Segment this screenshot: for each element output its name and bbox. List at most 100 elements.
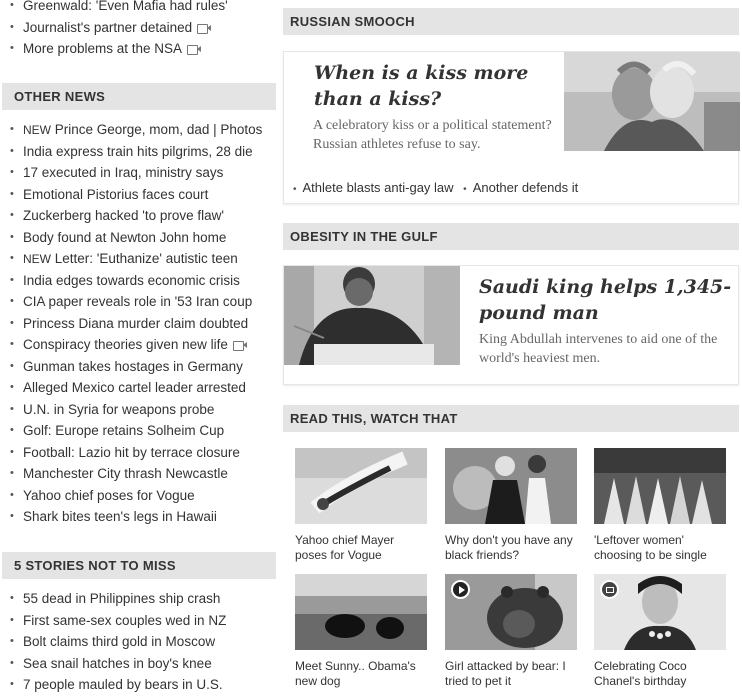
list-item-text: Princess Diana murder claim doubted xyxy=(23,315,249,331)
tile-caption: Girl attacked by bear: I tried to pet it xyxy=(445,659,566,688)
list-item-text: India express train hits pilgrims, 28 di… xyxy=(23,143,253,159)
tile-caption: Celebrating Coco Chanel's birthday xyxy=(594,659,687,688)
list-item[interactable]: • First same-sex couples wed in NZ xyxy=(0,610,276,632)
list-item[interactable]: • Sea snail hatches in boy's knee xyxy=(0,653,276,675)
list-item[interactable]: • 7 people mauled by bears in U.S. xyxy=(0,674,276,696)
not-to-miss-heading: 5 STORIES NOT TO MISS xyxy=(2,552,276,579)
list-item-text: Zuckerberg hacked 'to prove flaw' xyxy=(23,208,225,223)
list-item[interactable]: • Greenwald: 'Even Mafia had rules' xyxy=(0,0,276,17)
list-item-text: Sea snail hatches in boy's knee xyxy=(23,655,212,671)
video-icon xyxy=(187,44,202,55)
list-item-text: 7 people mauled by bears in U.S. xyxy=(23,677,223,692)
tile-photo xyxy=(295,574,427,650)
bullet: • xyxy=(10,488,14,501)
list-item[interactable]: • Princess Diana murder claim doubted xyxy=(0,313,276,335)
list-item-text: First same-sex couples wed in NZ xyxy=(23,612,227,628)
tile-photo xyxy=(594,448,726,524)
kiss-photo[interactable] xyxy=(564,52,740,151)
list-item[interactable]: • Gunman takes hostages in Germany xyxy=(0,356,276,378)
tile-photo xyxy=(445,448,577,524)
bullet: • xyxy=(10,678,14,690)
list-item[interactable]: • Conspiracy theories given new life xyxy=(0,334,276,356)
list-item[interactable]: • More problems at the NSA xyxy=(0,38,276,60)
story-headline[interactable]: When is a kiss more than a kiss? xyxy=(314,60,554,112)
list-item-text: CIA paper reveals role in '53 Iran coup xyxy=(23,294,253,309)
related-link[interactable]: Athlete blasts anti-gay law xyxy=(303,180,454,195)
story-summary: King Abdullah intervenes to aid one of t… xyxy=(479,332,718,366)
not-to-miss-list: • 55 dead in Philippines ship crash • First… xyxy=(0,588,276,696)
story-tile[interactable]: 'Leftover women' choosing to be single xyxy=(594,448,726,563)
bullet: • xyxy=(10,635,14,647)
bullet: • xyxy=(10,656,14,669)
list-item-text: U.N. in Syria for weapons probe xyxy=(23,401,215,417)
list-item[interactable]: • Journalist's partner detained xyxy=(0,17,276,39)
list-item[interactable]: • NEW Letter: 'Euthanize' autistic teen xyxy=(0,248,276,270)
list-item[interactable]: • Shark bites teen's legs in Hawaii xyxy=(0,506,276,528)
list-item[interactable]: • India express train hits pilgrims, 28 d… xyxy=(0,141,276,163)
bullet: • xyxy=(10,144,14,157)
right-column: RUSSIAN SMOOCH When is a kiss more than … xyxy=(283,0,740,700)
bullet: • xyxy=(10,381,14,393)
bullet: • xyxy=(10,252,14,264)
play-icon xyxy=(451,580,470,599)
bullet: • xyxy=(10,592,14,604)
bullet: • xyxy=(10,359,14,372)
list-item-text: 55 dead in Philippines ship crash xyxy=(23,591,221,606)
bullet: • xyxy=(10,402,14,415)
story-tile[interactable]: Celebrating Coco Chanel's birthday xyxy=(594,574,726,689)
bullet: • xyxy=(10,187,14,200)
obesity-heading: OBESITY IN THE GULF xyxy=(283,223,739,250)
bullet: • xyxy=(10,467,14,479)
tile-photo xyxy=(594,574,726,650)
list-item[interactable]: • Zuckerberg hacked 'to prove flaw' xyxy=(0,205,276,227)
other-news-list: • NEW Prince George, mom, dad | Photos • In… xyxy=(0,119,276,528)
list-item[interactable]: • CIA paper reveals role in '53 Iran coup xyxy=(0,291,276,313)
list-item[interactable]: • Emotional Pistorius faces court xyxy=(0,184,276,206)
list-item[interactable]: • Bolt claims third gold in Moscow xyxy=(0,631,276,653)
bullet: • xyxy=(10,424,14,436)
video-icon xyxy=(232,340,247,351)
bullet: • xyxy=(10,613,14,626)
video-icon xyxy=(197,23,212,34)
patient-photo[interactable] xyxy=(284,266,460,365)
new-badge: NEW xyxy=(23,123,51,137)
story-headline[interactable]: Saudi king helps 1,345-pound man xyxy=(479,274,734,326)
list-item[interactable]: • 55 dead in Philippines ship crash xyxy=(0,588,276,610)
list-item[interactable]: • Yahoo chief poses for Vogue xyxy=(0,485,276,507)
top-links: • Greenwald: 'Even Mafia had rules' • Jour… xyxy=(0,0,276,60)
tile-caption: 'Leftover women' choosing to be single xyxy=(594,533,707,562)
list-item-text: Emotional Pistorius faces court xyxy=(23,186,209,202)
list-item[interactable]: • Football: Lazio hit by terrace closure xyxy=(0,442,276,464)
list-item[interactable]: • Manchester City thrash Newcastle xyxy=(0,463,276,485)
tile-caption: Why don't you have any black friends? xyxy=(445,533,573,562)
story-tile[interactable]: Yahoo chief Mayer poses for Vogue xyxy=(295,448,427,563)
bullet: • xyxy=(10,166,14,178)
related-links: • Athlete blasts anti-gay law • Another de… xyxy=(293,180,579,195)
tile-caption: Meet Sunny.. Obama's new dog xyxy=(295,659,416,688)
tile-photo xyxy=(295,448,427,524)
story-summary: A celebratory kiss or a political statem… xyxy=(313,118,552,152)
bullet: • xyxy=(10,273,14,286)
story-tile[interactable]: Girl attacked by bear: I tried to pet it xyxy=(445,574,577,689)
list-item[interactable]: • Golf: Europe retains Solheim Cup xyxy=(0,420,276,442)
list-item-text: Manchester City thrash Newcastle xyxy=(23,466,228,481)
list-item[interactable]: • U.N. in Syria for weapons probe xyxy=(0,399,276,421)
list-item[interactable]: • NEW Prince George, mom, dad | Photos xyxy=(0,119,276,141)
list-item-text: Letter: 'Euthanize' autistic teen xyxy=(54,251,238,266)
list-item-text: Golf: Europe retains Solheim Cup xyxy=(23,423,225,438)
list-item[interactable]: • India edges towards economic crisis xyxy=(0,270,276,292)
list-item-text: Body found at Newton John home xyxy=(23,229,227,245)
bullet: • xyxy=(10,230,14,243)
related-link[interactable]: Another defends it xyxy=(473,180,579,195)
list-item-text: Shark bites teen's legs in Hawaii xyxy=(23,509,217,524)
list-item[interactable]: • Body found at Newton John home xyxy=(0,227,276,249)
obesity-card: Saudi king helps 1,345-pound man King Ab… xyxy=(283,265,739,385)
bullet: • xyxy=(10,445,14,458)
tile-caption: Yahoo chief Mayer poses for Vogue xyxy=(295,533,395,562)
story-tile[interactable]: Meet Sunny.. Obama's new dog xyxy=(295,574,427,689)
bullet: • xyxy=(10,510,14,522)
story-tile[interactable]: Why don't you have any black friends? xyxy=(445,448,577,563)
list-item[interactable]: • Alleged Mexico cartel leader arrested xyxy=(0,377,276,399)
russian-smooch-card: When is a kiss more than a kiss? A celeb… xyxy=(283,51,740,204)
list-item[interactable]: • 17 executed in Iraq, ministry says xyxy=(0,162,276,184)
